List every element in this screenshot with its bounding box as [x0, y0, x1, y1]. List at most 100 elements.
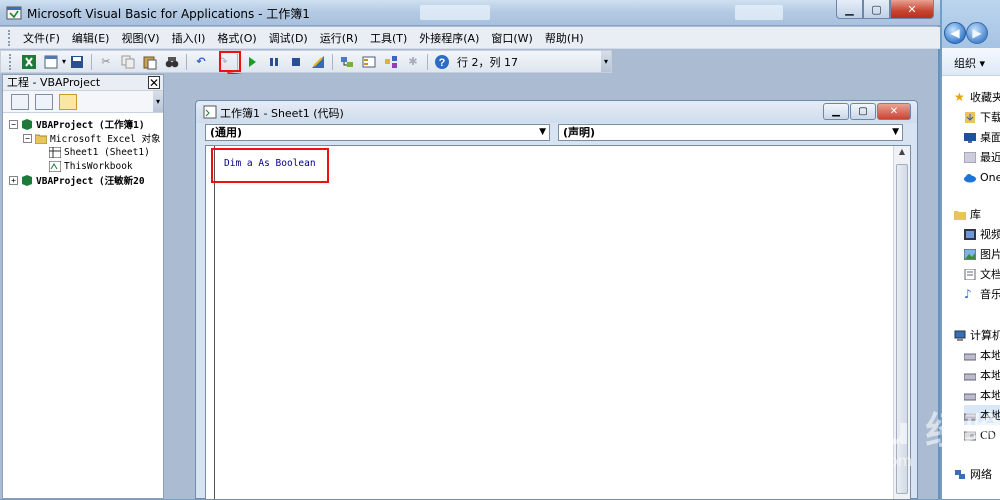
- tree-item-vbaproject[interactable]: − VBAProject (工作簿1): [9, 117, 163, 131]
- view-object-button[interactable]: [35, 93, 53, 110]
- menu-run[interactable]: 运行(R): [314, 30, 364, 46]
- forward-arrow-icon: ▶: [972, 26, 982, 40]
- nav-item-network[interactable]: 网络: [954, 464, 1000, 484]
- minimize-button[interactable]: ▁: [836, 0, 863, 19]
- scroll-up-icon[interactable]: ▲: [894, 147, 910, 161]
- toolbox-button[interactable]: ✱: [403, 53, 423, 71]
- sheet-icon: [49, 146, 61, 158]
- nav-item-local-disk[interactable]: 本地: [964, 405, 1000, 425]
- project-toolbar-options-button[interactable]: ▾: [153, 91, 163, 112]
- menu-file[interactable]: 文件(F): [17, 30, 66, 46]
- menu-debug[interactable]: 调试(D): [263, 30, 314, 46]
- copy-button[interactable]: [118, 53, 138, 71]
- project-explorer-button[interactable]: [337, 53, 357, 71]
- properties-button[interactable]: [359, 53, 379, 71]
- music-icon: ♪: [964, 286, 972, 301]
- nav-item-videos[interactable]: 视频: [964, 224, 1000, 244]
- folder-icon: [35, 134, 47, 144]
- maximize-button[interactable]: ▢: [863, 0, 890, 19]
- forward-button[interactable]: ▶: [966, 22, 988, 44]
- title-bar[interactable]: Microsoft Visual Basic for Applications …: [0, 0, 940, 26]
- view-code-button[interactable]: [11, 93, 29, 110]
- nav-item-recent[interactable]: 最近: [964, 147, 1000, 167]
- menu-view[interactable]: 视图(V): [115, 30, 165, 46]
- back-button[interactable]: ◀: [944, 22, 966, 44]
- nav-item-onedrive[interactable]: OneDrive: [964, 167, 1000, 187]
- tree-item-thisworkbook[interactable]: ThisWorkbook: [9, 159, 163, 173]
- tree-item-vbaproject-2[interactable]: + VBAProject (汪敏新20: [9, 173, 163, 187]
- nav-item-local-disk[interactable]: 本地: [964, 345, 1000, 365]
- menu-bar: 文件(F) 编辑(E) 视图(V) 插入(I) 格式(O) 调试(D) 运行(R…: [0, 27, 940, 49]
- tree-item-excel-objects[interactable]: − Microsoft Excel 对象: [9, 131, 163, 145]
- nav-item-label: 桌面: [980, 131, 1000, 144]
- object-combo[interactable]: (通用) ▼: [205, 124, 550, 141]
- nav-item-label: 音乐: [980, 288, 1000, 301]
- help-button[interactable]: ?: [432, 53, 452, 71]
- collapse-icon[interactable]: −: [9, 119, 18, 129]
- paste-button[interactable]: [140, 53, 160, 71]
- nav-item-label: 最近: [980, 151, 1000, 164]
- save-button[interactable]: [67, 53, 87, 71]
- expand-icon[interactable]: +: [9, 175, 18, 185]
- toolbar-grip[interactable]: [9, 53, 12, 70]
- code-highlight-box: [211, 148, 329, 183]
- menu-window[interactable]: 窗口(W): [485, 30, 538, 46]
- nav-item-local-disk[interactable]: 本地: [964, 365, 1000, 385]
- cut-button[interactable]: ✂: [96, 53, 116, 71]
- close-button[interactable]: ✕: [890, 0, 934, 19]
- design-mode-button[interactable]: [308, 53, 328, 71]
- margin-indicator-bar: [214, 146, 215, 499]
- vbaproject-icon: [22, 118, 32, 130]
- nav-item-documents[interactable]: 文档: [964, 264, 1000, 284]
- find-button[interactable]: [162, 53, 182, 71]
- nav-item-library[interactable]: 库: [954, 204, 1000, 224]
- nav-item-label: 文档: [980, 268, 1000, 281]
- project-panel-close-button[interactable]: ✕: [148, 76, 160, 89]
- nav-item-local-disk[interactable]: 本地: [964, 385, 1000, 405]
- menu-insert[interactable]: 插入(I): [166, 30, 212, 46]
- tree-item-sheet1[interactable]: Sheet1 (Sheet1): [9, 145, 163, 159]
- nav-item-music[interactable]: ♪ 音乐: [964, 284, 1000, 304]
- menu-help[interactable]: 帮助(H): [539, 30, 590, 46]
- code-window-close-button[interactable]: ✕: [877, 103, 911, 120]
- nav-item-pictures[interactable]: 图片: [964, 244, 1000, 264]
- vba-app-icon: [6, 6, 22, 20]
- code-window-minimize-button[interactable]: ▁: [823, 103, 849, 120]
- scrollbar-thumb[interactable]: [896, 164, 908, 494]
- toggle-folders-button[interactable]: [59, 93, 77, 110]
- reset-button[interactable]: [286, 53, 306, 71]
- code-editor[interactable]: Dim a As Boolean ▲: [205, 145, 911, 500]
- dropdown-arrow-icon[interactable]: ▾: [62, 57, 66, 66]
- code-vertical-scrollbar[interactable]: ▲: [893, 146, 910, 499]
- cloud-icon: [964, 173, 976, 182]
- nav-item-cd-drive[interactable]: CD: [964, 425, 1000, 445]
- menu-addins[interactable]: 外接程序(A): [413, 30, 485, 46]
- code-window-maximize-button[interactable]: ▢: [850, 103, 876, 120]
- chevron-down-icon: ▼: [892, 127, 899, 137]
- collapse-icon[interactable]: −: [23, 133, 32, 143]
- undo-button[interactable]: ↶: [191, 53, 211, 71]
- nav-item-favorites[interactable]: ★ 收藏夹: [954, 87, 1000, 107]
- play-icon: [249, 56, 257, 67]
- procedure-combo-value: (声明): [563, 126, 596, 139]
- menu-tools[interactable]: 工具(T): [364, 30, 413, 46]
- nav-item-computer[interactable]: 计算机: [954, 325, 1000, 345]
- menu-grip[interactable]: [8, 29, 11, 46]
- object-browser-button[interactable]: [381, 53, 401, 71]
- nav-item-downloads[interactable]: 下载: [964, 107, 1000, 127]
- standard-toolbar: ▾ ✂ ↶ ↷ ✱ ? 行 2，列 17 ▾: [0, 50, 612, 73]
- picture-icon: [964, 248, 976, 260]
- menu-edit[interactable]: 编辑(E): [66, 30, 116, 46]
- toolbar-options-button[interactable]: ▾: [601, 51, 611, 72]
- code-window-title-bar[interactable]: 工作簿1 - Sheet1 (代码) ▁ ▢ ✕: [196, 101, 917, 123]
- menu-format[interactable]: 格式(O): [211, 30, 262, 46]
- network-icon: [955, 469, 965, 479]
- excel-view-button[interactable]: [19, 53, 39, 71]
- organize-button[interactable]: 组织 ▾: [954, 55, 985, 71]
- nav-item-desktop[interactable]: 桌面: [964, 127, 1000, 147]
- drive-icon: [964, 353, 976, 360]
- procedure-combo[interactable]: (声明) ▼: [558, 124, 903, 141]
- insert-module-button[interactable]: [41, 53, 61, 71]
- toolbox-icon: ✱: [408, 55, 418, 68]
- project-panel-title: 工程 - VBAProject ✕: [3, 75, 163, 91]
